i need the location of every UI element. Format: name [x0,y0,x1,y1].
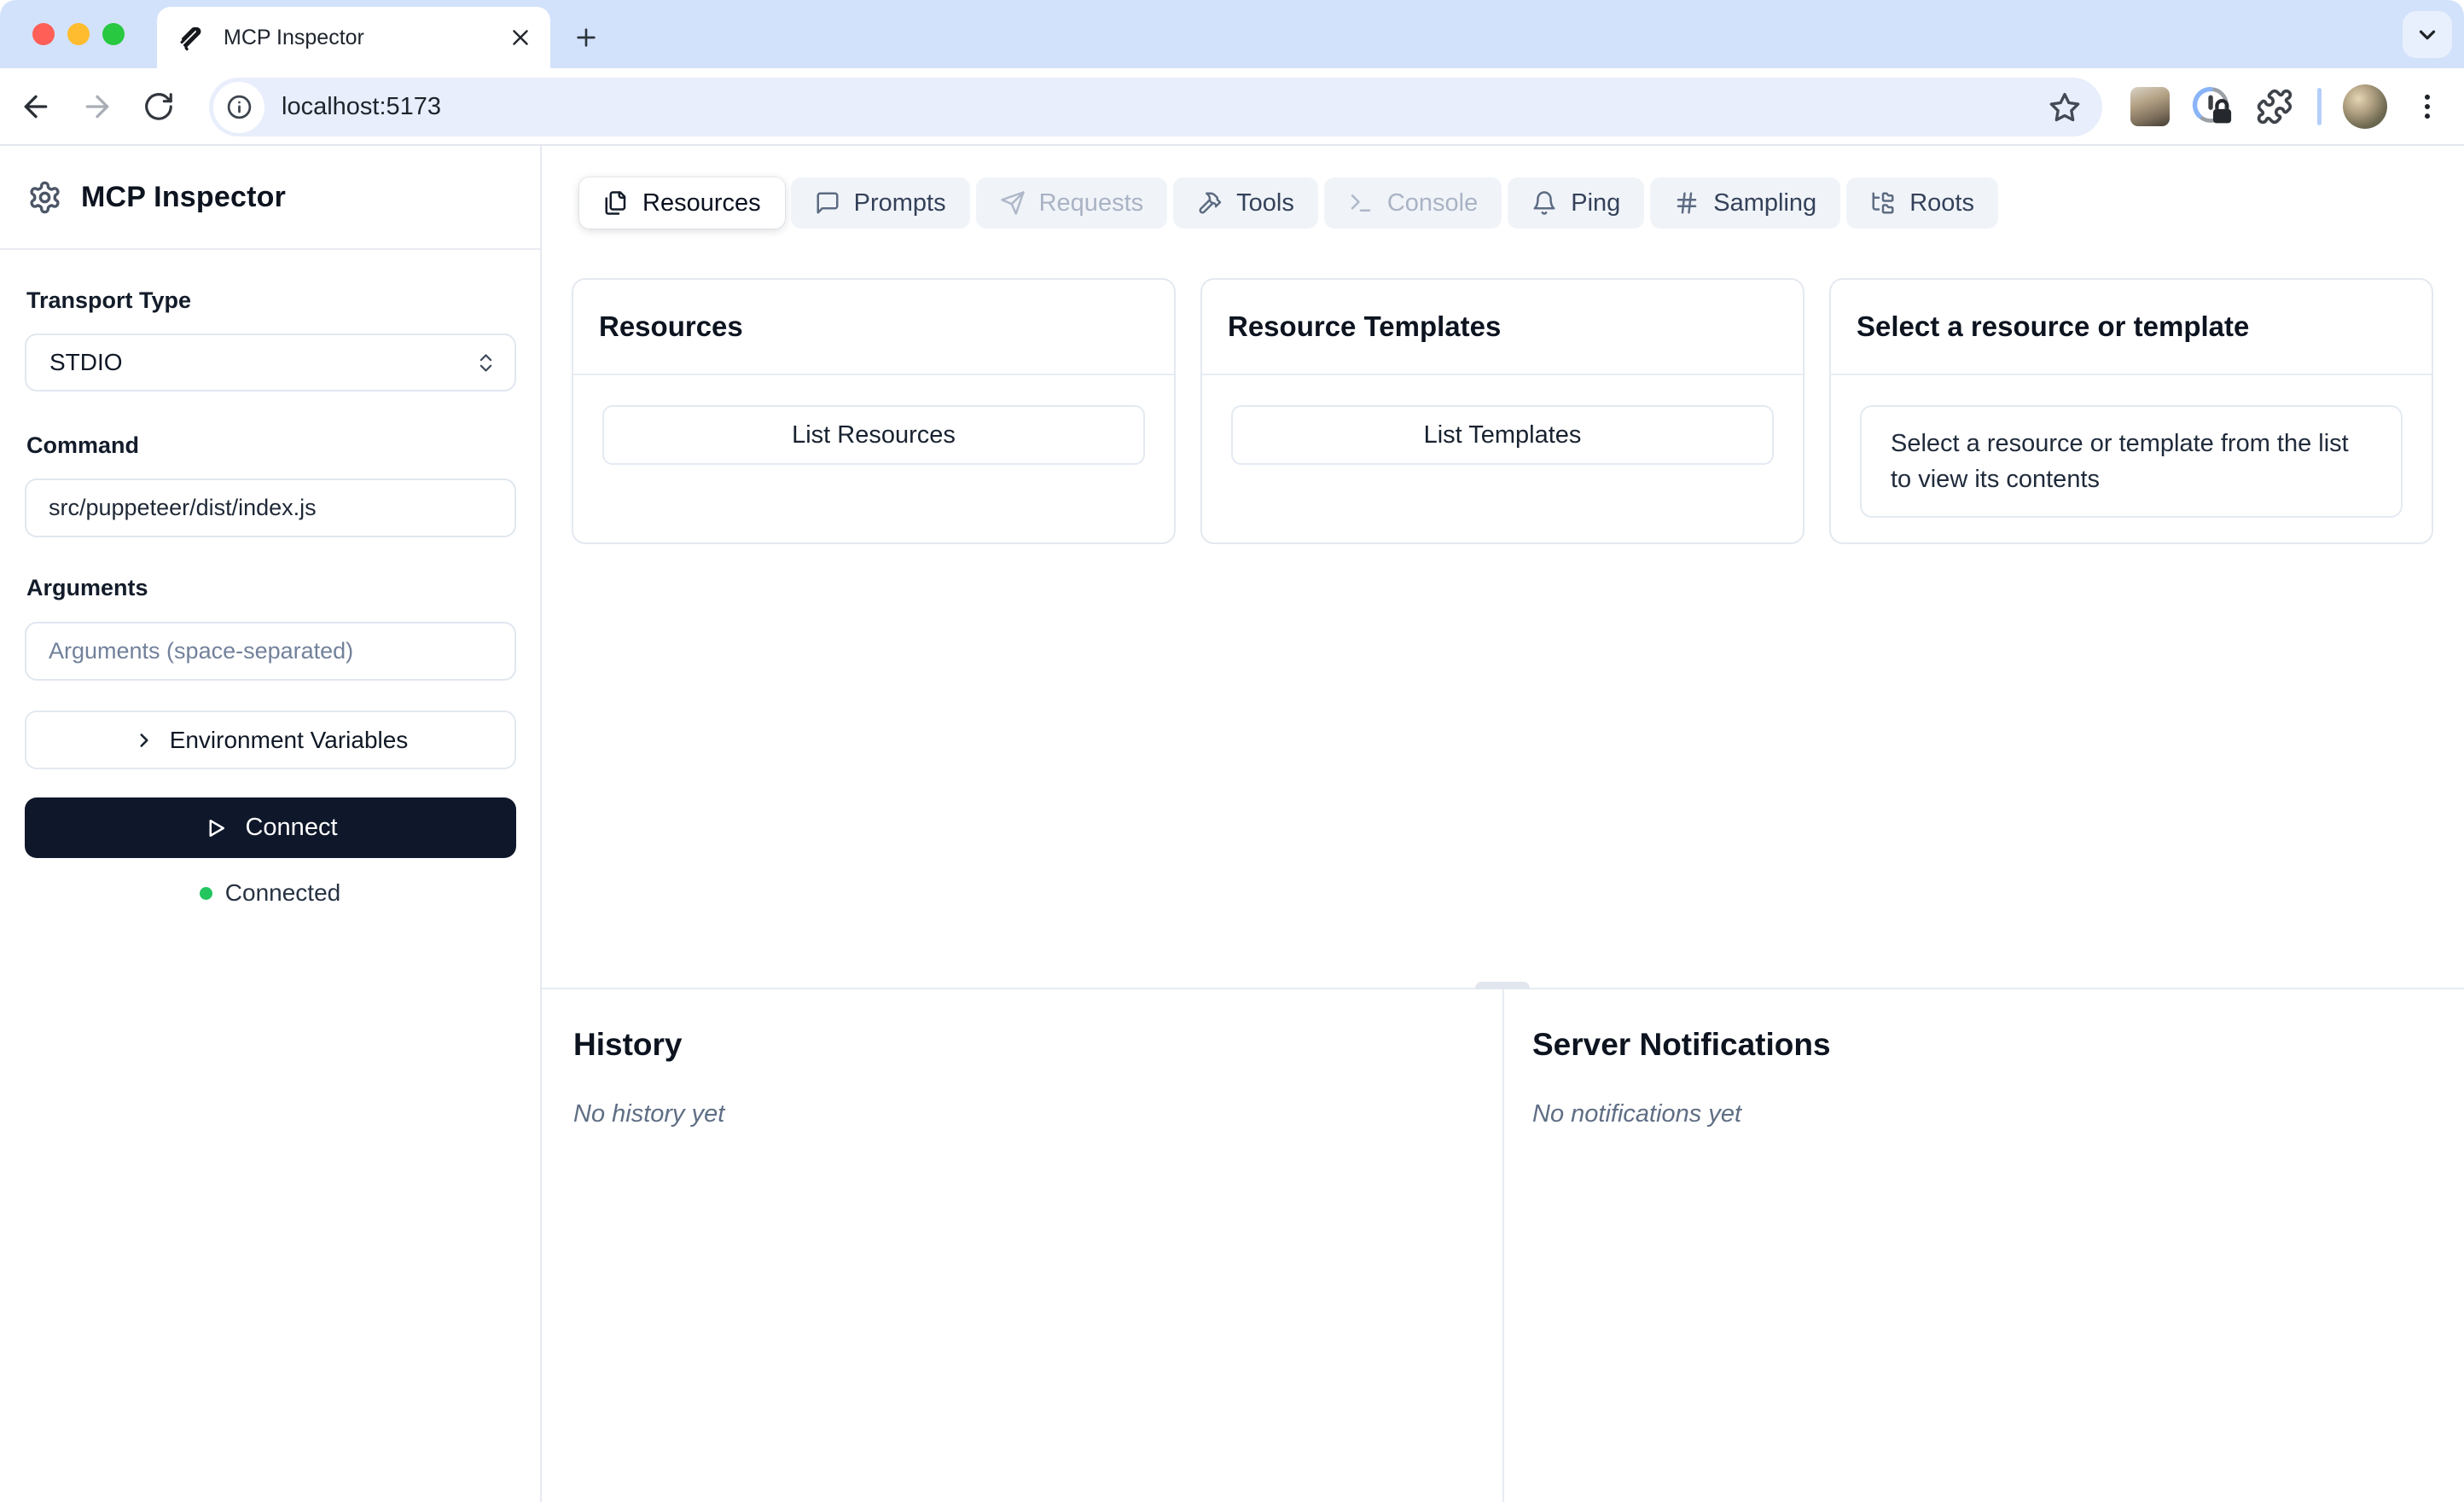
tab-label: Sampling [1713,188,1817,217]
environment-variables-button[interactable]: Environment Variables [25,710,516,769]
mcp-logo-icon [180,26,201,51]
tab-label: Console [1386,188,1479,217]
tab-close-icon[interactable] [508,25,533,50]
browser-chrome: MCP Inspector localhost:5173 [0,0,2464,146]
tab-sampling[interactable]: Sampling [1650,177,1841,229]
tab-label: Prompts [853,188,946,217]
hash-icon [1677,192,1697,214]
site-info-chip[interactable] [213,81,264,133]
status-text: Connected [224,879,341,906]
connect-label: Connect [245,814,338,841]
history-title: History [573,1027,683,1062]
password-manager-icon[interactable] [2191,85,2234,128]
transport-type-value: STDIO [49,349,123,375]
browser-window: MCP Inspector localhost:5173 MCP Inspect… [0,0,2464,1502]
status-dot-icon [199,886,212,900]
list-templates-button[interactable]: List Templates [1231,405,1774,465]
play-icon [209,819,225,837]
resources-card: Resources List Resources [572,278,1176,544]
transport-type-select[interactable]: STDIO [25,333,516,391]
info-icon [227,95,251,119]
tab-label: Ping [1571,188,1621,217]
profile-avatar[interactable] [2343,84,2387,129]
command-input[interactable] [25,478,516,537]
terminal-icon [1351,194,1371,212]
tab-search-button[interactable] [2403,11,2452,58]
tab-console[interactable]: Console [1323,177,1502,229]
main-content: Resources Prompts Requests Tools Console… [542,146,2464,1502]
hammer-icon [1199,192,1222,214]
history-empty-text: No history yet [573,1100,725,1128]
mcp-inspector-app: MCP Inspector Transport Type STDIO Comma… [0,146,2464,1502]
tab-ping[interactable]: Ping [1508,177,1645,229]
tab-label: Roots [1909,188,1974,217]
resource-templates-card-title: Resource Templates [1228,310,1502,342]
tab-tools[interactable]: Tools [1173,177,1318,229]
resource-preview-card-header: Select a resource or template [1831,280,2432,375]
resource-preview-placeholder: Select a resource or template from the l… [1860,405,2403,518]
resources-card-title: Resources [599,310,743,342]
close-window-button[interactable] [32,23,55,45]
browser-tab[interactable]: MCP Inspector [157,7,550,68]
tab-label: Tools [1236,188,1294,217]
list-resources-button[interactable]: List Resources [602,405,1145,465]
resources-card-header: Resources [573,280,1174,375]
environment-variables-label: Environment Variables [169,726,409,753]
app-title: MCP Inspector [81,180,287,213]
tab-requests[interactable]: Requests [975,177,1168,229]
traffic-lights [32,23,125,45]
chevron-right-icon [140,733,148,747]
arguments-label: Arguments [26,575,148,600]
back-button[interactable] [19,90,53,124]
reload-button[interactable] [142,90,175,123]
server-notifications-title: Server Notifications [1532,1027,1831,1062]
new-tab-button[interactable] [572,24,600,51]
forward-button[interactable] [80,90,114,124]
bottom-panels: History No history yet Server Notificati… [542,989,2464,1502]
zoom-window-button[interactable] [102,23,125,45]
chevrons-up-down-icon [479,353,492,372]
resource-preview-card: Select a resource or template Select a r… [1829,278,2433,544]
folder-tree-icon [1872,192,1894,214]
minimize-window-button[interactable] [67,23,90,45]
sidebar: MCP Inspector Transport Type STDIO Comma… [0,146,542,1502]
address-bar[interactable]: localhost:5173 [209,78,2102,136]
tab-resources[interactable]: Resources [579,177,785,229]
tab-prompts[interactable]: Prompts [790,177,970,229]
browser-menu-icon[interactable] [2411,90,2444,123]
browser-tab-strip: MCP Inspector [0,0,2464,68]
send-icon [1000,191,1025,215]
bookmark-star-icon[interactable] [2048,90,2082,125]
resource-templates-card: Resource Templates List Templates [1200,278,1804,544]
toolbar-divider [2317,87,2322,125]
chevron-down-icon [2419,30,2436,39]
tab-title: MCP Inspector [224,25,364,49]
sidebar-header: MCP Inspector [0,146,540,250]
extensions-puzzle-icon[interactable] [2256,88,2293,125]
arguments-input[interactable] [25,622,516,681]
tab-label: Requests [1038,188,1144,217]
resource-preview-card-title: Select a resource or template [1857,310,2250,342]
bell-icon [1533,191,1555,215]
message-square-icon [816,192,839,214]
transport-type-label: Transport Type [26,287,192,313]
history-panel: History No history yet [542,989,1504,1502]
server-notifications-panel: Server Notifications No notifications ye… [1504,989,2464,1502]
extension-photo-icon[interactable] [2130,86,2170,126]
url-text[interactable]: localhost:5173 [282,93,2048,121]
connect-button[interactable]: Connect [25,797,516,858]
files-icon [605,191,626,215]
tab-roots[interactable]: Roots [1846,177,1998,229]
command-label: Command [26,432,140,458]
app-tab-bar: Resources Prompts Requests Tools Console… [579,177,1998,229]
notifications-empty-text: No notifications yet [1532,1100,1742,1128]
tab-label: Resources [642,188,761,217]
resource-templates-card-header: Resource Templates [1202,280,1803,375]
gear-icon [30,181,60,213]
browser-toolbar: localhost:5173 [0,68,2464,146]
connection-status: Connected [0,876,540,910]
